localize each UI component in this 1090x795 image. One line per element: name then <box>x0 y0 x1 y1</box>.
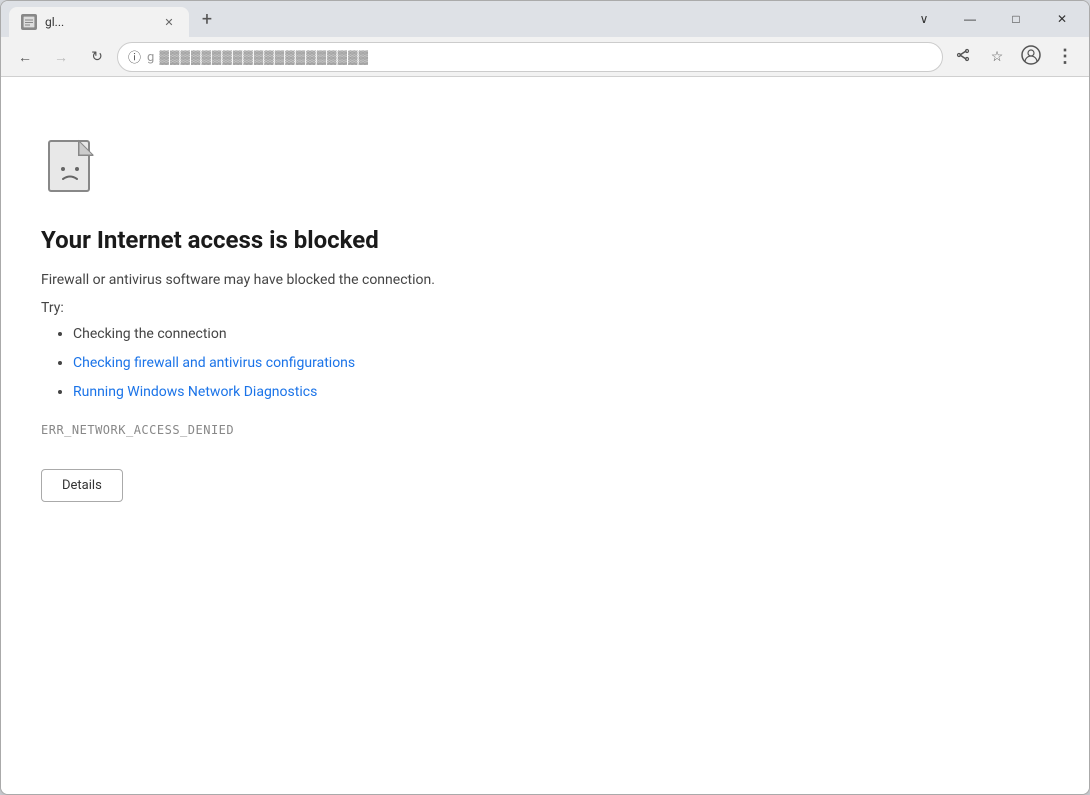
tabs-area: gl... ✕ + <box>1 1 221 37</box>
suggestion-item-2: Checking firewall and antivirus configur… <box>73 353 741 374</box>
error-suggestions-list: Checking the connection Checking firewal… <box>41 324 741 403</box>
error-try-label: Try: <box>41 300 741 316</box>
browser-window: gl... ✕ + ∨ — □ ✕ ← → ↻ ⓘ g ▓▓▓▓▓▓▓▓▓▓▓▓… <box>0 0 1090 795</box>
menu-icon: ⋮ <box>1056 46 1074 67</box>
address-bar[interactable]: ⓘ g ▓▓▓▓▓▓▓▓▓▓▓▓▓▓▓▓▓▓▓▓ <box>117 42 943 72</box>
info-icon: ⓘ <box>128 47 141 66</box>
refresh-button[interactable]: ↻ <box>81 41 113 73</box>
refresh-icon: ↻ <box>91 48 103 65</box>
minimize-button[interactable]: — <box>947 3 993 35</box>
address-text: g ▓▓▓▓▓▓▓▓▓▓▓▓▓▓▓▓▓▓▓▓ <box>147 49 932 65</box>
tab-close-button[interactable]: ✕ <box>161 14 177 30</box>
bookmark-icon: ☆ <box>991 48 1004 65</box>
title-bar: gl... ✕ + ∨ — □ ✕ <box>1 1 1089 37</box>
error-page-icon <box>41 137 105 201</box>
details-button[interactable]: Details <box>41 469 123 502</box>
suggestion-text-1: Checking the connection <box>73 326 227 342</box>
error-code: ERR_NETWORK_ACCESS_DENIED <box>41 423 741 437</box>
chevron-button[interactable]: ∨ <box>901 3 947 35</box>
bookmark-button[interactable]: ☆ <box>981 41 1013 73</box>
suggestion-item-1: Checking the connection <box>73 324 741 345</box>
profile-icon <box>1021 45 1041 68</box>
nav-right-buttons: ☆ ⋮ <box>947 41 1081 73</box>
forward-icon: → <box>54 49 68 65</box>
suggestion-item-3: Running Windows Network Diagnostics <box>73 382 741 403</box>
maximize-button[interactable]: □ <box>993 3 1039 35</box>
tab-favicon <box>21 14 37 30</box>
suggestion-link-2[interactable]: Checking firewall and antivirus configur… <box>73 355 355 371</box>
back-icon: ← <box>18 49 32 65</box>
active-tab[interactable]: gl... ✕ <box>9 7 189 37</box>
navigation-bar: ← → ↻ ⓘ g ▓▓▓▓▓▓▓▓▓▓▓▓▓▓▓▓▓▓▓▓ <box>1 37 1089 77</box>
share-icon <box>955 47 971 66</box>
tab-title: gl... <box>45 15 153 29</box>
new-tab-button[interactable]: + <box>193 5 221 33</box>
close-button[interactable]: ✕ <box>1039 3 1085 35</box>
back-button[interactable]: ← <box>9 41 41 73</box>
profile-button[interactable] <box>1015 41 1047 73</box>
suggestion-link-3[interactable]: Running Windows Network Diagnostics <box>73 384 317 400</box>
error-title: Your Internet access is blocked <box>41 225 741 256</box>
forward-button[interactable]: → <box>45 41 77 73</box>
page-content: Your Internet access is blocked Firewall… <box>1 77 1089 794</box>
error-description: Firewall or antivirus software may have … <box>41 272 741 288</box>
error-page: Your Internet access is blocked Firewall… <box>41 117 741 522</box>
window-controls: ∨ — □ ✕ <box>897 1 1089 35</box>
menu-button[interactable]: ⋮ <box>1049 41 1081 73</box>
share-button[interactable] <box>947 41 979 73</box>
title-bar-left: gl... ✕ + <box>1 1 897 37</box>
